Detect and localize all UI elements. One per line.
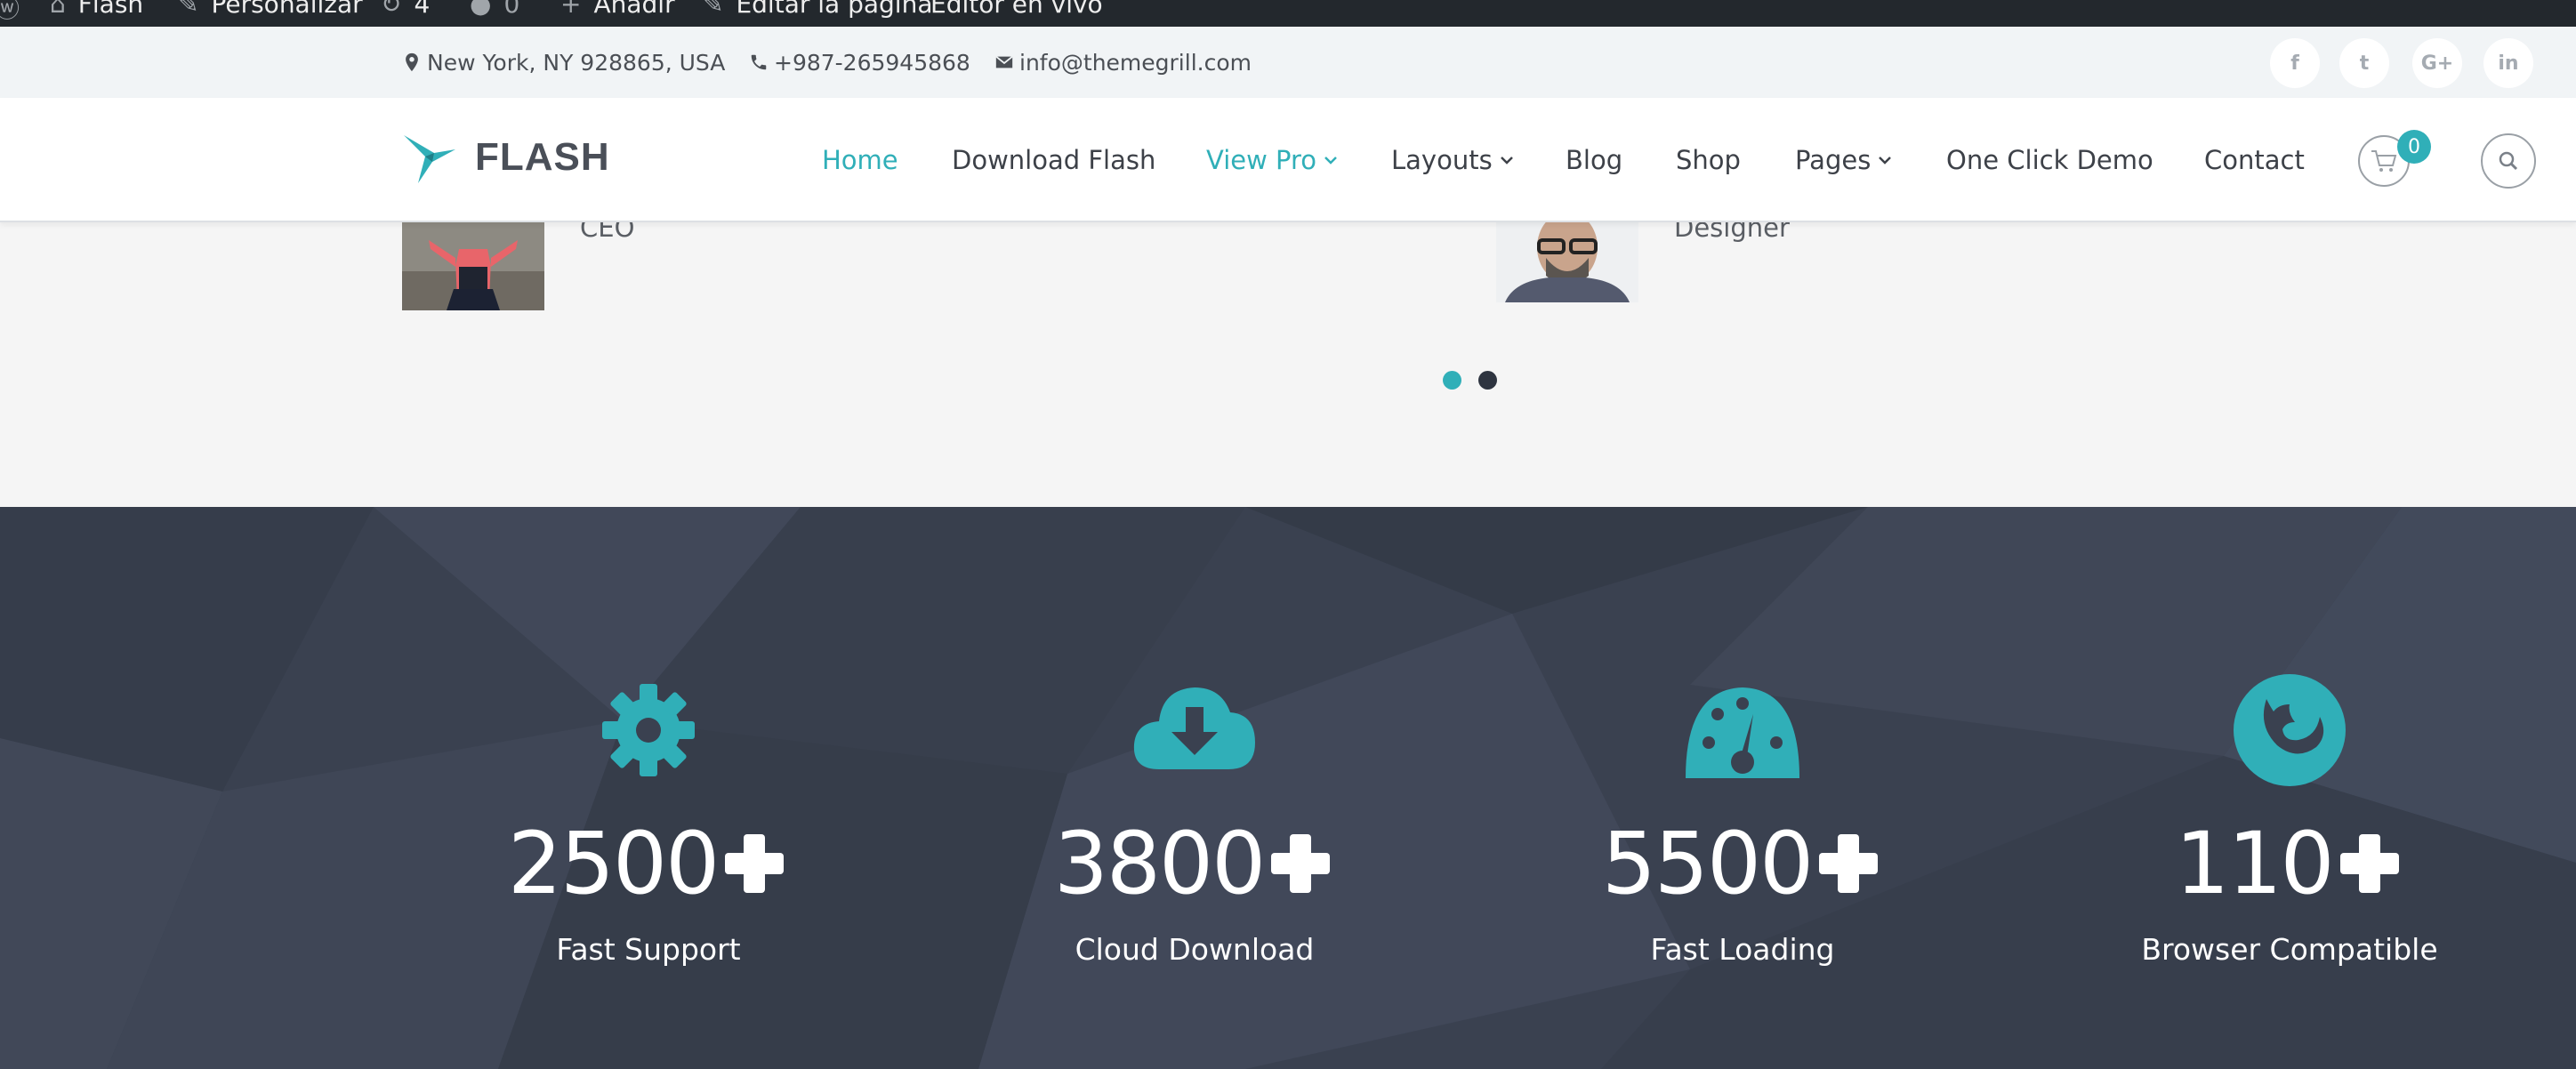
phone-icon: [751, 54, 767, 70]
cart-count-badge: 0: [2397, 130, 2431, 164]
plus-icon: [725, 834, 785, 893]
brush-icon: ✎: [178, 0, 199, 19]
pencil-icon: ✎: [703, 0, 724, 19]
plus-icon: [2339, 834, 2399, 893]
refresh-icon: ↻: [381, 0, 402, 19]
counter-label: Cloud Download: [1075, 932, 1315, 967]
chevron-down-icon: [1879, 157, 1892, 165]
map-marker-icon: [406, 52, 418, 72]
address: New York, NY 928865, USA: [402, 27, 725, 98]
plus-icon: +: [560, 0, 582, 19]
admin-bar-updates[interactable]: ↻ 4: [381, 0, 430, 19]
nav-blog[interactable]: Blog: [1566, 98, 1622, 222]
counter-label: Fast Support: [556, 932, 741, 967]
search-button[interactable]: [2481, 133, 2536, 189]
slider-dot-1[interactable]: [1443, 371, 1461, 390]
home-icon: ⌂: [50, 0, 66, 19]
admin-bar-site[interactable]: ⌂ Flash: [50, 0, 143, 19]
counter-label: Browser Compatible: [2141, 932, 2438, 967]
nav-home[interactable]: Home: [822, 98, 898, 222]
shopping-cart-icon: [2371, 150, 2397, 172]
top-info-bar: New York, NY 928865, USA +987-265945868 …: [0, 27, 2576, 98]
chevron-down-icon: [1324, 157, 1337, 165]
admin-bar-comments[interactable]: ● 0: [470, 0, 519, 19]
counter-value: 2500: [444, 814, 853, 913]
twitter-icon[interactable]: t: [2339, 38, 2389, 88]
site-logo[interactable]: FLASH: [402, 130, 610, 185]
bird-logo-icon: [404, 135, 455, 183]
nav-shop[interactable]: Shop: [1676, 98, 1741, 222]
team-section: CEO Designer: [0, 213, 2576, 507]
nav-contact[interactable]: Contact: [2204, 98, 2305, 222]
email[interactable]: info@themegrill.com: [994, 27, 1252, 98]
counter-label: Fast Loading: [1650, 932, 1835, 967]
firefox-icon: [2234, 674, 2346, 786]
wordpress-logo-icon[interactable]: ⓦ: [0, 0, 20, 25]
site-header: FLASH Home Download Flash View Pro Layou…: [0, 98, 2576, 222]
counter-value: 5500: [1538, 814, 1947, 913]
nav-download-flash[interactable]: Download Flash: [952, 98, 1155, 222]
admin-bar-edit-page[interactable]: ✎ Editar la página: [703, 0, 933, 19]
facebook-icon[interactable]: f: [2270, 38, 2320, 88]
nav-one-click-demo[interactable]: One Click Demo: [1946, 98, 2153, 222]
nav-pages[interactable]: Pages: [1795, 98, 1892, 222]
google-plus-icon[interactable]: G+: [2412, 38, 2462, 88]
background-pattern: [0, 507, 2576, 1069]
slider-dot-2[interactable]: [1478, 371, 1497, 390]
comment-icon: ●: [470, 0, 492, 19]
admin-bar: ⓦ ⌂ Flash ✎ Personalizar ↻ 4 ● 0 + Añadir ✎ Ed…: [0, 0, 2576, 27]
gear-icon: [602, 684, 695, 776]
envelope-icon: [995, 55, 1013, 68]
counter-value: 110: [2085, 814, 2494, 913]
member-photo-ceo: [402, 222, 544, 310]
plus-icon: [1819, 834, 1879, 893]
admin-bar-new[interactable]: + Añadir: [560, 0, 675, 19]
admin-bar-customize[interactable]: ✎ Personalizar: [178, 0, 363, 19]
nav-view-pro[interactable]: View Pro: [1206, 98, 1338, 222]
linkedin-icon[interactable]: in: [2483, 38, 2533, 88]
counters-section: 2500 Fast Support 3800 Cloud Download 55…: [0, 507, 2576, 1069]
counter-value: 3800: [990, 814, 1399, 913]
phone: +987-265945868: [749, 27, 970, 98]
member-photo-designer: [1496, 222, 1638, 302]
cloud-download-icon: [1133, 687, 1255, 769]
dashboard-icon: [1686, 687, 1799, 778]
search-icon: [2499, 151, 2518, 171]
chevron-down-icon: [1500, 157, 1513, 165]
admin-bar-live-editor[interactable]: Editor en vivo: [930, 0, 1103, 19]
nav-layouts[interactable]: Layouts: [1391, 98, 1514, 222]
plus-icon: [1271, 834, 1331, 893]
